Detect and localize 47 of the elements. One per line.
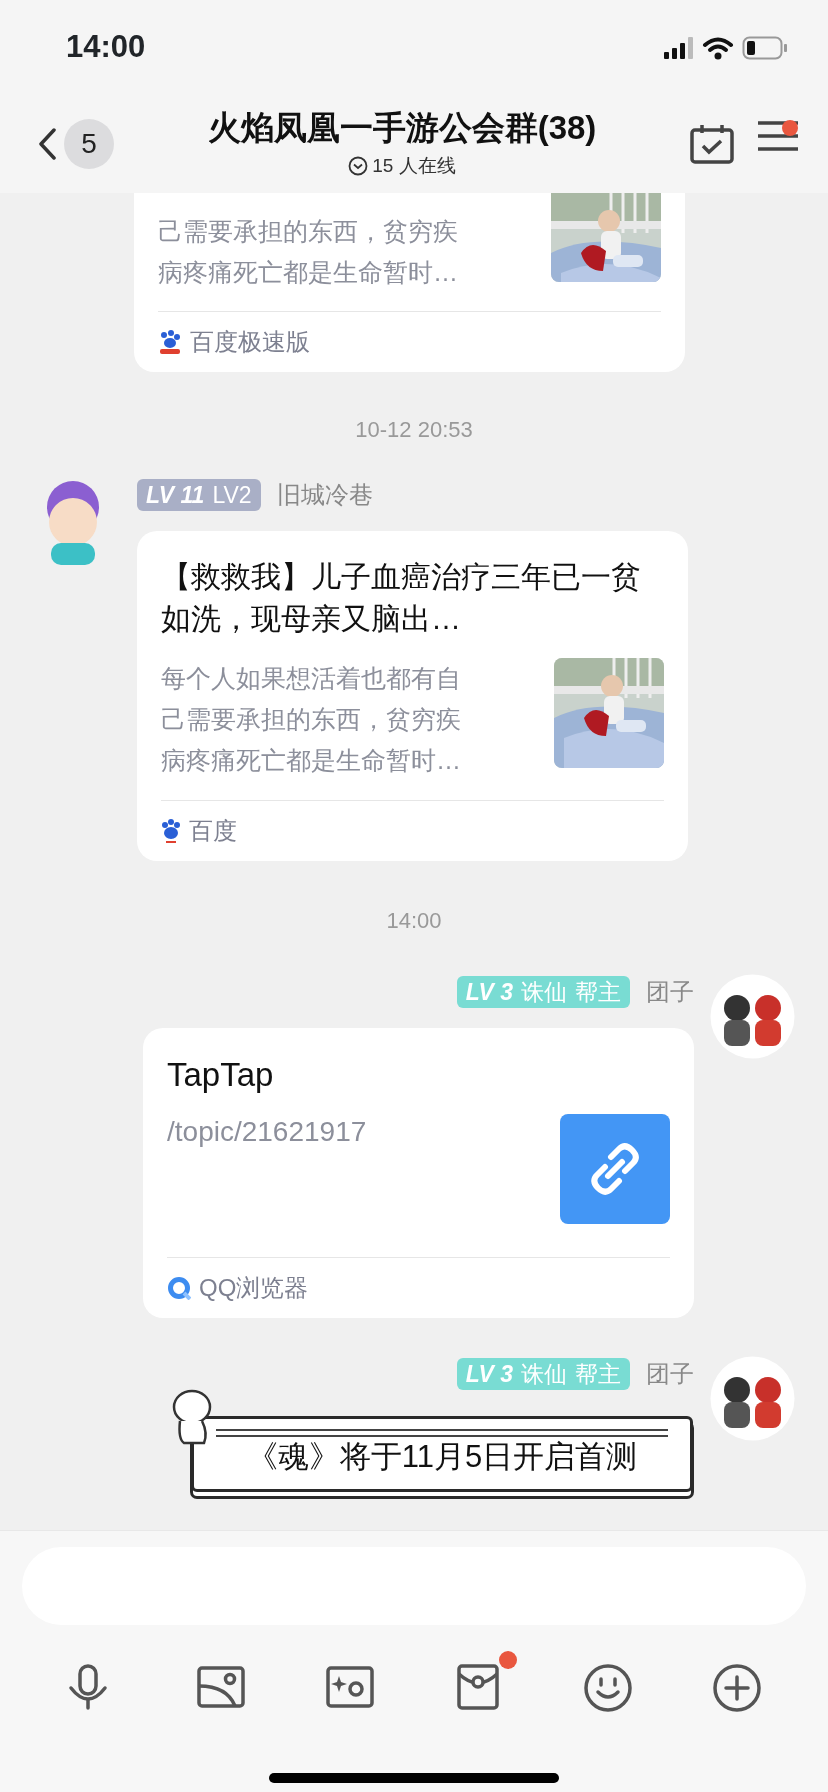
card-title: 【救救我】儿子血癌治疗三年已一贫如洗，现母亲又脑出… [161, 559, 642, 637]
sender-name: 团子 [646, 977, 694, 1007]
notification-dot [498, 1651, 517, 1669]
back-button[interactable] [38, 128, 56, 160]
level-text: LV 11 [146, 481, 205, 510]
sticker-text: 《魂》将于11月5日开启首测 [246, 1439, 638, 1476]
sender-name: 旧城冷巷 [276, 480, 373, 510]
chevron-down-icon [348, 155, 369, 176]
share-card[interactable]: 己需要承担的东西，贫穷疾病疼痛死亡都是生命暂时… 百度极速版 [134, 193, 685, 372]
title-text: 帮主 [575, 1360, 621, 1389]
card-url: /topic/21621917 [167, 1115, 368, 1149]
plus-icon [712, 1664, 761, 1712]
share-card[interactable]: TapTap /topic/21621917 QQ浏览器 [143, 1028, 694, 1318]
wifi-icon [702, 35, 734, 60]
timestamp: 10-12 20:53 [354, 417, 474, 443]
calendar-button[interactable] [690, 124, 734, 164]
card-summary: 己需要承担的东西，贫穷疾病疼痛死亡都是生命暂时… [158, 216, 458, 288]
source-name: 百度 [189, 816, 237, 846]
paw-icon [161, 818, 181, 844]
battery-icon [742, 35, 788, 60]
menu-icon [758, 120, 798, 152]
source-name: QQ浏览器 [199, 1273, 309, 1303]
signal-icon [664, 36, 694, 59]
title-text: LV2 [212, 481, 252, 510]
share-card[interactable]: 【救救我】儿子血癌治疗三年已一贫如洗，现母亲又脑出… 每个人如果想活着也都有自己需要承担的东西，贫穷疾病疼痛死亡都是生命暂时… 百度 [137, 531, 688, 861]
avatar-figure-icon [710, 974, 795, 1059]
title-text: 诛仙 [521, 1360, 567, 1389]
menu-button[interactable] [758, 120, 798, 152]
avatar-figure-icon [710, 1356, 795, 1441]
back-icon [38, 128, 56, 160]
title-text: 诛仙 [521, 978, 567, 1007]
timestamp: 14:00 [385, 908, 443, 934]
title-text: 帮主 [575, 978, 621, 1007]
smiley-icon [583, 1664, 632, 1712]
card-summary: 每个人如果想活着也都有自己需要承担的东西，贫穷疾病疼痛死亡都是生命暂时… [161, 663, 461, 776]
sender-name: 团子 [646, 1359, 694, 1389]
source-name: 百度极速版 [190, 327, 310, 357]
chat-title: 火焰凤凰一手游公会群(38) [207, 107, 597, 148]
online-count: 15 人在线 [372, 153, 456, 178]
calendar-check-icon [690, 124, 734, 164]
unread-count: 5 [64, 119, 114, 169]
browser-icon [167, 1276, 191, 1300]
card-title: TapTap [167, 1055, 275, 1095]
level-text: LV 3 [465, 978, 513, 1007]
status-time: 14:00 [66, 28, 146, 67]
level-text: LV 3 [465, 1360, 513, 1389]
paw-icon [158, 329, 182, 355]
